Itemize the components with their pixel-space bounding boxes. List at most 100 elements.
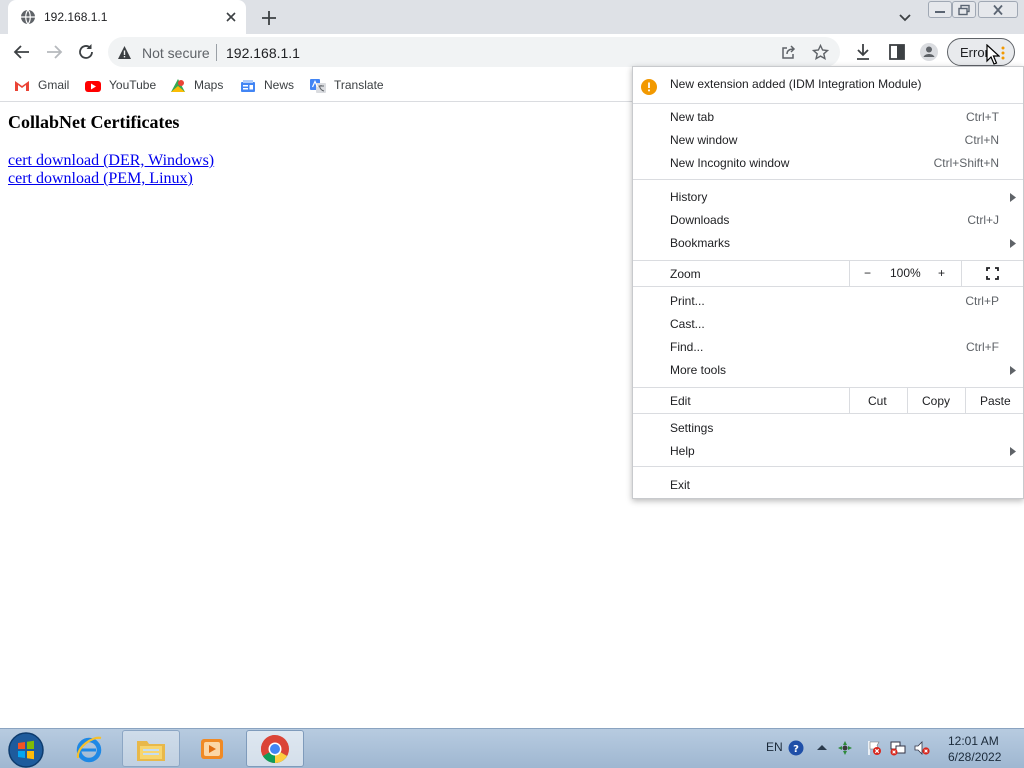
copy-button[interactable]: Copy [907, 388, 965, 413]
menu-item-more-tools[interactable]: More tools [633, 359, 1023, 382]
menu-item-shortcut: Ctrl+J [967, 213, 999, 227]
address-bar[interactable]: Not secure 192.168.1.1 [108, 37, 840, 67]
bookmark-label: News [264, 78, 295, 92]
bookmark-translate[interactable]: Translate [310, 76, 386, 96]
news-icon [241, 80, 255, 92]
bookmark-maps[interactable]: Maps [170, 76, 228, 96]
volume-muted-icon[interactable] [914, 740, 930, 756]
zoom-level: 100% [890, 266, 921, 280]
menu-item-shortcut: Ctrl+F [966, 340, 999, 354]
network-monitor-icon[interactable] [890, 740, 906, 756]
fullscreen-button[interactable] [961, 261, 1023, 286]
submenu-arrow-icon [1010, 193, 1016, 202]
cut-button[interactable]: Cut [849, 388, 907, 413]
menu-item-exit[interactable]: Exit [633, 474, 1023, 497]
menu-item-label: New tab [670, 110, 715, 124]
menu-item-new-incognito[interactable]: New Incognito window Ctrl+Shift+N [633, 152, 1023, 175]
bookmark-news[interactable]: News [240, 76, 298, 96]
submenu-arrow-icon [1010, 239, 1016, 248]
menu-item-settings[interactable]: Settings [633, 417, 1023, 440]
clock-time[interactable]: 12:01 AM [948, 734, 999, 748]
help-icon[interactable]: ? [788, 740, 804, 756]
zoom-in-button[interactable]: + [938, 266, 945, 280]
side-panel-icon[interactable] [886, 41, 908, 63]
chrome-main-menu: New extension added (IDM Integration Mod… [632, 66, 1024, 499]
security-status[interactable]: Not secure [142, 45, 210, 61]
menu-item-new-tab[interactable]: New tab Ctrl+T [633, 106, 1023, 129]
menu-item-label: Print... [670, 294, 705, 308]
menu-item-cast[interactable]: Cast... [633, 313, 1023, 336]
menu-separator [633, 466, 1023, 467]
network-tray-icon[interactable] [837, 740, 853, 756]
paste-button[interactable]: Paste [965, 388, 1023, 413]
menu-item-print[interactable]: Print... Ctrl+P [633, 290, 1023, 313]
tray-expand-icon[interactable] [814, 740, 830, 756]
fullscreen-icon [986, 267, 999, 280]
taskbar-media-player[interactable] [183, 730, 241, 767]
menu-separator [633, 286, 1023, 287]
menu-item-find[interactable]: Find... Ctrl+F [633, 336, 1023, 359]
warning-icon[interactable] [117, 45, 132, 60]
action-center-flag-icon[interactable] [866, 740, 882, 756]
taskbar-chrome[interactable] [246, 730, 304, 767]
menu-item-new-window[interactable]: New window Ctrl+N [633, 129, 1023, 152]
share-icon[interactable] [780, 44, 797, 61]
menu-item-label: New Incognito window [670, 156, 790, 170]
menu-item-help[interactable]: Help [633, 440, 1023, 463]
profile-error-chip[interactable]: Error [947, 38, 1015, 66]
menu-item-extension-notice[interactable]: New extension added (IDM Integration Mod… [633, 72, 1023, 98]
menu-zoom-row: Zoom − 100% + [633, 261, 1023, 286]
bookmark-youtube[interactable]: YouTube [85, 76, 159, 96]
tab-title: 192.168.1.1 [44, 10, 108, 24]
menu-dots-icon[interactable] [1000, 45, 1006, 61]
copy-label: Copy [922, 394, 951, 408]
tab-strip: 192.168.1.1 [0, 0, 1024, 34]
clock-date[interactable]: 6/28/2022 [948, 750, 1001, 764]
menu-item-label: Help [670, 444, 695, 458]
window-restore-button[interactable] [952, 1, 976, 18]
url-text[interactable]: 192.168.1.1 [226, 45, 300, 61]
close-icon[interactable] [222, 8, 240, 26]
cert-download-pem-link[interactable]: cert download (PEM, Linux) [8, 170, 193, 188]
bookmark-star-icon[interactable] [812, 44, 829, 61]
back-arrow-icon[interactable] [11, 41, 33, 63]
taskbar-file-explorer[interactable] [122, 730, 180, 767]
menu-item-shortcut: Ctrl+N [964, 133, 999, 147]
zoom-out-button[interactable]: − [864, 266, 871, 280]
windows-start-icon[interactable] [7, 731, 45, 768]
zoom-controls: − 100% + [849, 261, 961, 286]
profile-avatar-icon[interactable] [918, 41, 940, 63]
bookmark-label: Gmail [38, 78, 70, 92]
tab-active[interactable]: 192.168.1.1 [8, 0, 246, 34]
bookmark-label: Maps [194, 78, 224, 92]
menu-item-downloads[interactable]: Downloads Ctrl+J [633, 209, 1023, 232]
taskbar-internet-explorer[interactable] [60, 730, 118, 767]
internet-explorer-icon [76, 736, 102, 762]
forward-arrow-icon[interactable] [43, 41, 65, 63]
cut-label: Cut [868, 394, 887, 408]
bookmark-gmail[interactable]: Gmail [14, 76, 74, 96]
chevron-down-icon[interactable] [896, 8, 914, 26]
menu-item-label: Find... [670, 340, 704, 354]
menu-item-history[interactable]: History [633, 186, 1023, 209]
menu-separator [633, 413, 1023, 414]
menu-item-label: Exit [670, 478, 691, 492]
paste-label: Paste [980, 394, 1011, 408]
menu-item-label: More tools [670, 363, 727, 377]
window-close-button[interactable] [978, 1, 1018, 18]
page-title: CollabNet Certificates [8, 112, 180, 132]
submenu-arrow-icon [1010, 366, 1016, 375]
language-indicator[interactable]: EN [766, 740, 783, 754]
download-icon[interactable] [852, 41, 874, 63]
reload-icon[interactable] [75, 41, 97, 63]
gmail-icon [15, 81, 29, 91]
menu-item-shortcut: Ctrl+T [966, 110, 999, 124]
folder-icon [137, 740, 165, 761]
menu-item-label: Downloads [670, 213, 730, 227]
new-tab-plus-icon[interactable] [258, 7, 280, 29]
window-minimize-button[interactable] [928, 1, 952, 18]
menu-item-shortcut: Ctrl+Shift+N [933, 156, 999, 170]
menu-item-bookmarks[interactable]: Bookmarks [633, 232, 1023, 255]
menu-item-label: Settings [670, 421, 714, 435]
cert-download-der-link[interactable]: cert download (DER, Windows) [8, 152, 214, 170]
